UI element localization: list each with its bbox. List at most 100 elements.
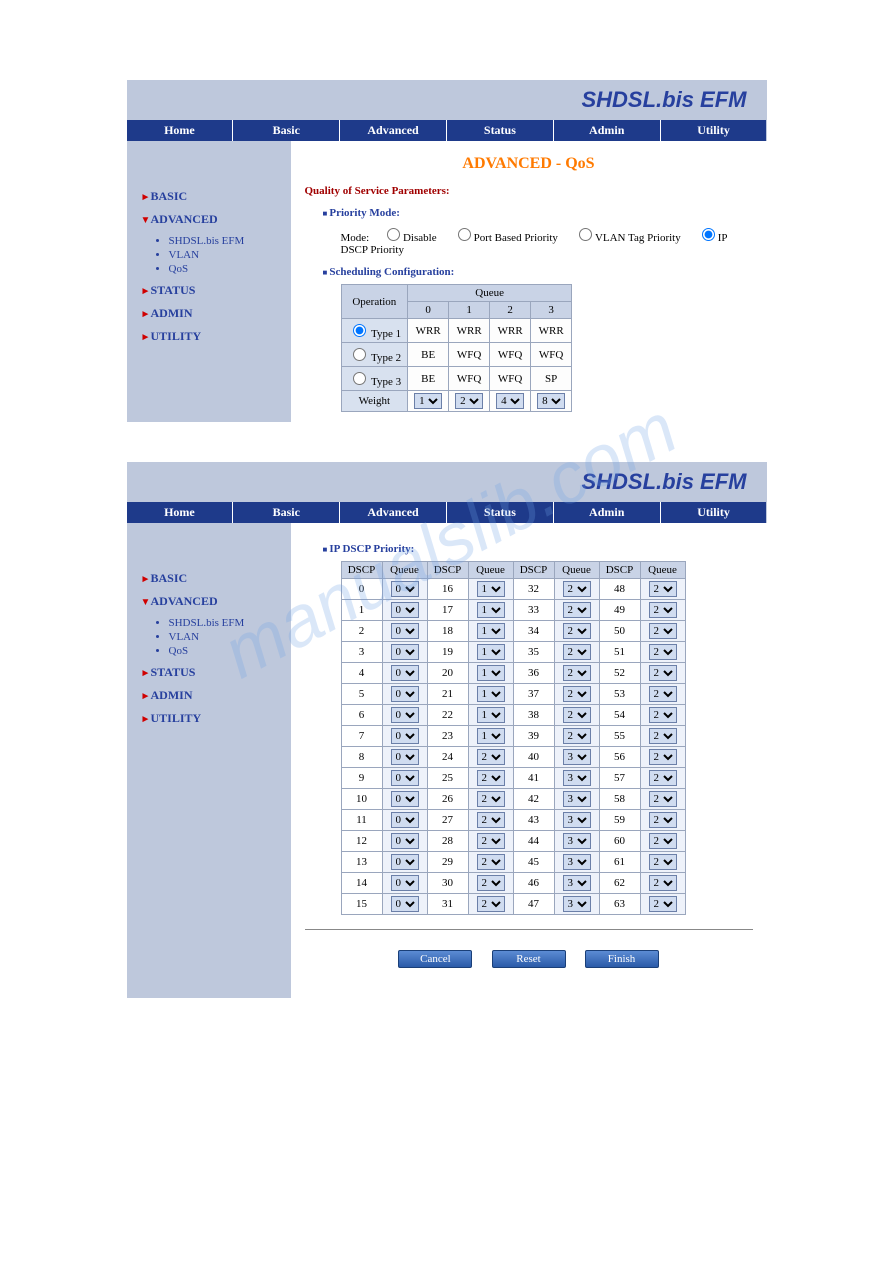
dscp-queue-select[interactable]: 2 [649, 623, 677, 639]
sidebar-subitem-qos[interactable]: QoS [169, 645, 291, 657]
sched-type-row[interactable]: Type 3 [341, 367, 408, 391]
dscp-queue-select[interactable]: 2 [649, 812, 677, 828]
dscp-queue-select[interactable]: 1 [477, 686, 505, 702]
dscp-queue-select[interactable]: 0 [391, 602, 419, 618]
dscp-queue-select[interactable]: 3 [563, 791, 591, 807]
dscp-queue-select[interactable]: 2 [477, 791, 505, 807]
nav-advanced[interactable]: Advanced [340, 120, 447, 141]
dscp-queue-select[interactable]: 0 [391, 728, 419, 744]
cancel-button[interactable]: Cancel [398, 950, 472, 968]
dscp-queue-select[interactable]: 2 [649, 665, 677, 681]
nav-utility[interactable]: Utility [661, 120, 767, 141]
dscp-queue-select[interactable]: 2 [649, 644, 677, 660]
sidebar-subitem-vlan[interactable]: VLAN [169, 249, 291, 261]
dscp-queue-select[interactable]: 2 [477, 875, 505, 891]
dscp-queue-select[interactable]: 2 [649, 770, 677, 786]
dscp-queue-select[interactable]: 1 [477, 581, 505, 597]
dscp-queue-select[interactable]: 2 [649, 728, 677, 744]
dscp-queue-select[interactable]: 2 [563, 707, 591, 723]
sidebar-item-utility[interactable]: ►UTILITY [141, 329, 291, 344]
dscp-queue-select[interactable]: 0 [391, 791, 419, 807]
dscp-queue-select[interactable]: 2 [649, 896, 677, 912]
dscp-queue-select[interactable]: 0 [391, 875, 419, 891]
sched-type-radio[interactable] [353, 324, 366, 337]
mode-radio[interactable] [387, 228, 400, 241]
nav-admin[interactable]: Admin [554, 502, 661, 523]
dscp-queue-select[interactable]: 2 [563, 728, 591, 744]
dscp-queue-select[interactable]: 1 [477, 665, 505, 681]
dscp-queue-select[interactable]: 3 [563, 896, 591, 912]
nav-advanced[interactable]: Advanced [340, 502, 447, 523]
dscp-queue-select[interactable]: 1 [477, 644, 505, 660]
dscp-queue-select[interactable]: 2 [649, 833, 677, 849]
dscp-queue-select[interactable]: 0 [391, 581, 419, 597]
dscp-queue-select[interactable]: 3 [563, 770, 591, 786]
dscp-queue-select[interactable]: 2 [477, 854, 505, 870]
dscp-queue-select[interactable]: 0 [391, 623, 419, 639]
mode-option-port-based-priority[interactable]: Port Based Priority [453, 232, 558, 244]
dscp-queue-select[interactable]: 2 [477, 749, 505, 765]
nav-home[interactable]: Home [127, 120, 234, 141]
dscp-queue-select[interactable]: 2 [563, 623, 591, 639]
dscp-queue-select[interactable]: 2 [563, 602, 591, 618]
dscp-queue-select[interactable]: 0 [391, 833, 419, 849]
sidebar-item-status[interactable]: ►STATUS [141, 283, 291, 298]
dscp-queue-select[interactable]: 0 [391, 854, 419, 870]
weight-select[interactable]: 4 [496, 393, 524, 409]
dscp-queue-select[interactable]: 1 [477, 728, 505, 744]
finish-button[interactable]: Finish [585, 950, 659, 968]
dscp-queue-select[interactable]: 2 [563, 665, 591, 681]
reset-button[interactable]: Reset [492, 950, 566, 968]
dscp-queue-select[interactable]: 1 [477, 623, 505, 639]
dscp-queue-select[interactable]: 3 [563, 812, 591, 828]
weight-select[interactable]: 1 [414, 393, 442, 409]
sidebar-item-basic[interactable]: ►BASIC [141, 189, 291, 204]
dscp-queue-select[interactable]: 2 [649, 854, 677, 870]
nav-admin[interactable]: Admin [554, 120, 661, 141]
dscp-queue-select[interactable]: 0 [391, 770, 419, 786]
dscp-queue-select[interactable]: 2 [649, 875, 677, 891]
dscp-queue-select[interactable]: 1 [477, 707, 505, 723]
dscp-queue-select[interactable]: 2 [649, 791, 677, 807]
weight-select[interactable]: 8 [537, 393, 565, 409]
dscp-queue-select[interactable]: 2 [563, 686, 591, 702]
dscp-queue-select[interactable]: 1 [477, 602, 505, 618]
dscp-queue-select[interactable]: 2 [563, 581, 591, 597]
sched-type-row[interactable]: Type 2 [341, 343, 408, 367]
mode-radio[interactable] [702, 228, 715, 241]
mode-radio[interactable] [579, 228, 592, 241]
dscp-queue-select[interactable]: 2 [649, 707, 677, 723]
dscp-queue-select[interactable]: 3 [563, 833, 591, 849]
sidebar-subitem-qos[interactable]: QoS [169, 263, 291, 275]
nav-basic[interactable]: Basic [233, 120, 340, 141]
dscp-queue-select[interactable]: 2 [649, 581, 677, 597]
sidebar-item-status[interactable]: ►STATUS [141, 665, 291, 680]
dscp-queue-select[interactable]: 3 [563, 854, 591, 870]
dscp-queue-select[interactable]: 2 [477, 770, 505, 786]
nav-basic[interactable]: Basic [233, 502, 340, 523]
dscp-queue-select[interactable]: 2 [649, 602, 677, 618]
mode-option-vlan-tag-priority[interactable]: VLAN Tag Priority [574, 232, 681, 244]
sidebar-item-admin[interactable]: ►ADMIN [141, 306, 291, 321]
sidebar-subitem-shdsl-bis-efm[interactable]: SHDSL.bis EFM [169, 235, 291, 247]
sidebar-item-advanced[interactable]: ▼ADVANCED [141, 594, 291, 609]
dscp-queue-select[interactable]: 3 [563, 875, 591, 891]
nav-status[interactable]: Status [447, 502, 554, 523]
sidebar-item-admin[interactable]: ►ADMIN [141, 688, 291, 703]
dscp-queue-select[interactable]: 2 [649, 749, 677, 765]
nav-utility[interactable]: Utility [661, 502, 767, 523]
dscp-queue-select[interactable]: 2 [477, 833, 505, 849]
dscp-queue-select[interactable]: 0 [391, 644, 419, 660]
weight-select[interactable]: 2 [455, 393, 483, 409]
mode-option-disable[interactable]: Disable [382, 232, 437, 244]
sidebar-item-utility[interactable]: ►UTILITY [141, 711, 291, 726]
dscp-queue-select[interactable]: 0 [391, 749, 419, 765]
dscp-queue-select[interactable]: 0 [391, 812, 419, 828]
dscp-queue-select[interactable]: 0 [391, 707, 419, 723]
nav-home[interactable]: Home [127, 502, 234, 523]
dscp-queue-select[interactable]: 2 [477, 812, 505, 828]
sidebar-item-basic[interactable]: ►BASIC [141, 571, 291, 586]
dscp-queue-select[interactable]: 2 [563, 644, 591, 660]
sidebar-subitem-vlan[interactable]: VLAN [169, 631, 291, 643]
mode-radio[interactable] [458, 228, 471, 241]
